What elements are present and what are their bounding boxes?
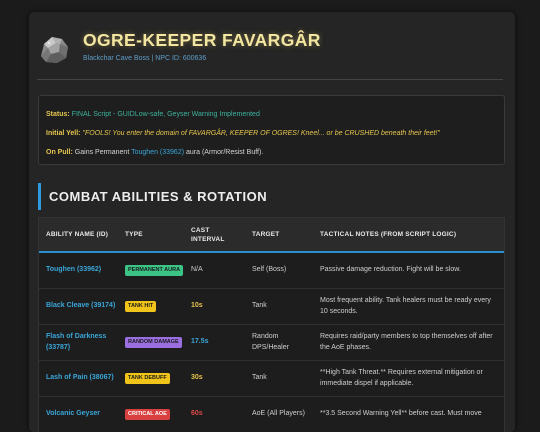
tactical-notes: **High Tank Threat.** Requires external … (320, 369, 483, 387)
ability-name[interactable]: Black Cleave (39174) (46, 289, 120, 324)
ability-name[interactable]: Flash of Darkness (33787) (46, 325, 120, 360)
ore-rock-icon (41, 37, 68, 63)
divider (37, 79, 503, 80)
ability-name[interactable]: Lash of Pain (38067) (46, 361, 120, 396)
table-header: ABILITY NAME (ID) TYPE CAST INTERVAL TAR… (39, 218, 504, 253)
section-accent-bar (38, 183, 41, 210)
tactical-notes: Passive damage reduction. Fight will be … (320, 266, 461, 274)
table-row: Flash of Darkness (33787) RANDOM DAMAGE … (39, 325, 504, 361)
cast-interval: N/A (191, 266, 203, 274)
header-target: TARGET (252, 231, 280, 238)
section-title: COMBAT ABILITIES & ROTATION (49, 189, 268, 204)
header-cast-interval: CAST INTERVAL (191, 226, 225, 243)
type-badge: CRITICAL AOE (125, 408, 170, 421)
page-title: OGRE-KEEPER FAVARGÂR (83, 30, 321, 50)
tactical-notes: Requires raid/party members to top thems… (320, 333, 493, 351)
initial-yell-row: Initial Yell: "FOOLS! You enter the doma… (46, 129, 440, 139)
cast-interval: 30s (191, 374, 203, 382)
boss-info-box: Status: FINAL Script - GUIDLow-safe, Gey… (38, 95, 505, 165)
abilities-table: ABILITY NAME (ID) TYPE CAST INTERVAL TAR… (38, 217, 505, 432)
status-value: FINAL Script - GUIDLow-safe, Geyser Warn… (71, 111, 260, 118)
initial-yell-text: "FOOLS! You enter the domain of FAVARGÂR… (82, 130, 440, 137)
header-type: TYPE (125, 231, 143, 238)
target: Tank (252, 302, 267, 310)
type-badge: PERMANENT AURA (125, 264, 184, 277)
table-row: Lash of Pain (38067) TANK DEBUFF 30s Tan… (39, 361, 504, 397)
status-row: Status: FINAL Script - GUIDLow-safe, Gey… (46, 110, 260, 120)
table-row: Black Cleave (39174) TANK HIT 10s Tank M… (39, 289, 504, 325)
toughen-link[interactable]: Toughen (33962) (131, 149, 184, 156)
target: AoE (All Players) (252, 410, 305, 418)
header-ability-name: ABILITY NAME (ID) (46, 231, 109, 238)
tactical-notes: **3.5 Second Warning Yell** before cast.… (320, 410, 482, 418)
on-pull-suffix: aura (Armor/Resist Buff). (186, 149, 264, 156)
tactical-notes: Most frequent ability. Tank healers must… (320, 297, 491, 315)
on-pull-prefix: Gains Permanent (74, 149, 130, 156)
on-pull-row: On Pull: Gains Permanent Toughen (33962)… (46, 148, 263, 158)
target: Random DPS/Healer (252, 333, 289, 351)
status-label: Status: (46, 111, 70, 118)
boss-card: OGRE-KEEPER FAVARGÂR Blackchar Cave Boss… (29, 12, 515, 432)
table-row: Toughen (33962) PERMANENT AURA N/A Self … (39, 253, 504, 289)
cast-interval: 60s (191, 410, 203, 418)
cast-interval: 17.5s (191, 338, 209, 346)
ability-name[interactable]: Toughen (33962) (46, 253, 120, 288)
ability-name[interactable]: Volcanic Geyser (46, 397, 120, 432)
type-badge: TANK DEBUFF (125, 372, 170, 385)
page-subtitle: Blackchar Cave Boss | NPC ID: 600636 (83, 55, 207, 62)
target: Self (Boss) (252, 266, 287, 274)
type-badge: TANK HIT (125, 300, 157, 313)
initial-yell-label: Initial Yell: (46, 130, 81, 137)
header-tactical-notes: TACTICAL NOTES (FROM SCRIPT LOGIC) (320, 231, 457, 238)
type-badge: RANDOM DAMAGE (125, 336, 182, 349)
target: Tank (252, 374, 267, 382)
cast-interval: 10s (191, 302, 203, 310)
on-pull-label: On Pull: (46, 149, 73, 156)
table-row: Volcanic Geyser CRITICAL AOE 60s AoE (Al… (39, 397, 504, 432)
